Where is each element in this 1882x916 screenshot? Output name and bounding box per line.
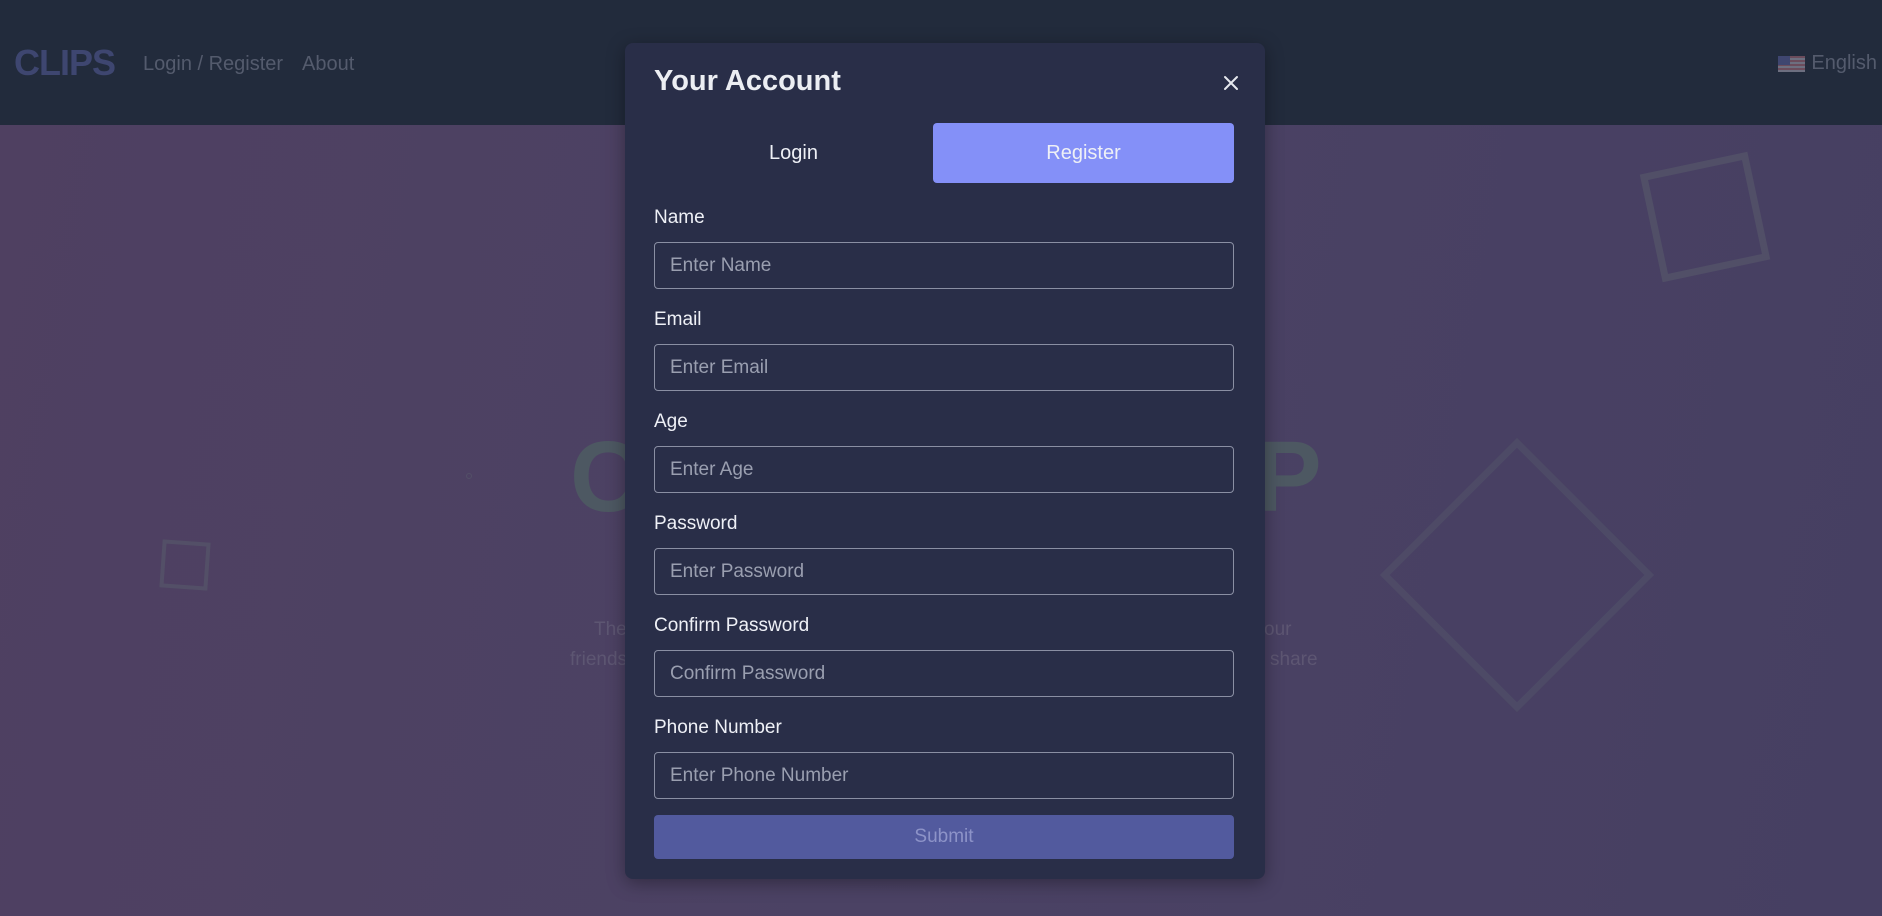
logo[interactable]: CLIPS [14,42,116,84]
tab-login[interactable]: Login [654,123,933,183]
close-icon[interactable] [1217,69,1245,97]
decorative-square [1639,151,1771,283]
decorative-diamond [1379,437,1655,713]
modal-title: Your Account [654,65,841,97]
decorative-square-small [159,539,211,591]
age-label: Age [654,411,688,432]
confirm-password-input[interactable] [654,650,1234,697]
nav-login-register[interactable]: Login / Register [143,53,283,76]
hero-text-fragment: friends [570,649,628,670]
confirm-password-label: Confirm Password [654,615,810,636]
language-selector[interactable]: English [1778,52,1877,75]
password-label: Password [654,513,738,534]
decorative-circle [466,473,472,479]
email-input[interactable] [654,344,1234,391]
hero-text-fragment: share [1270,649,1318,670]
age-input[interactable] [654,446,1234,493]
phone-number-label: Phone Number [654,717,782,738]
email-label: Email [654,309,702,330]
submit-button[interactable]: Submit [654,815,1234,859]
phone-number-input[interactable] [654,752,1234,799]
hero-text-fragment: our [1264,619,1292,640]
tab-register[interactable]: Register [933,123,1234,183]
us-flag-icon [1778,55,1806,72]
account-modal: Your Account Login Register Name Email A… [625,43,1265,879]
language-label: English [1811,52,1877,74]
hero-text-fragment: The [594,619,627,640]
name-input[interactable] [654,242,1234,289]
name-label: Name [654,207,705,228]
nav-about[interactable]: About [302,53,354,76]
password-input[interactable] [654,548,1234,595]
hero-title-fragment: P [1255,421,1322,533]
